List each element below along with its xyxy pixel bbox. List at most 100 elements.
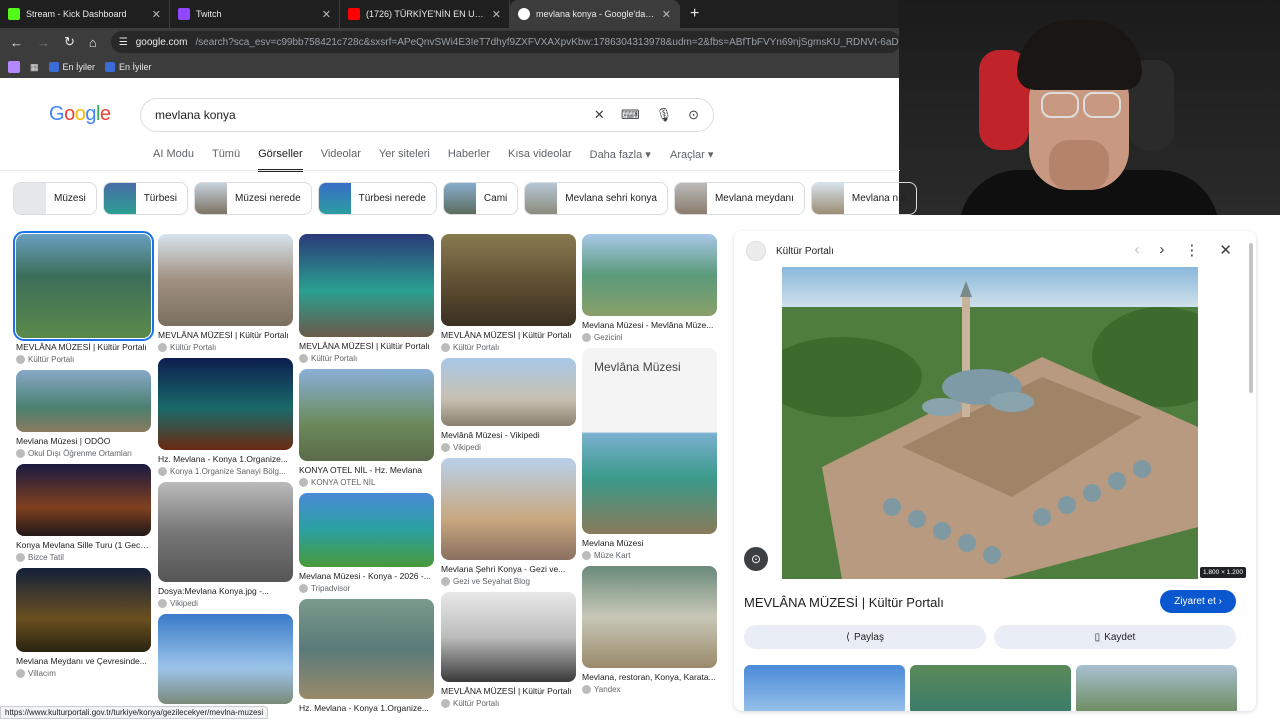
chip[interactable]: Müzesi nerede xyxy=(194,182,312,215)
lens-icon[interactable]: ⊙ xyxy=(688,107,699,123)
back-icon[interactable]: ← xyxy=(10,35,23,50)
result-thumbnail[interactable]: Mevlâna Müzesi xyxy=(582,348,717,534)
chip[interactable]: Cami xyxy=(442,182,519,215)
result-title[interactable]: MEVLÂNA MÜZESİ | Kültür Portalı xyxy=(441,330,576,340)
close-icon[interactable]: ✕ xyxy=(662,8,671,21)
result-title[interactable]: Mevlânâ Müzesi - Vikipedi xyxy=(441,430,576,440)
result-thumbnail[interactable] xyxy=(299,234,434,337)
related-image[interactable] xyxy=(1076,665,1237,711)
panel-title[interactable]: MEVLÂNA MÜZESİ | Kültür Portalı xyxy=(744,595,944,610)
result-thumbnail[interactable] xyxy=(158,614,293,704)
result-source[interactable]: Gezi ve Seyahat Blog xyxy=(441,577,576,586)
result-source[interactable]: Gezicini xyxy=(582,333,717,342)
image-result[interactable]: Mevlana Şehri Konya - Gezi ve... Gezi ve … xyxy=(441,458,576,586)
result-thumbnail[interactable] xyxy=(441,592,576,682)
home-icon[interactable]: ⌂ xyxy=(89,35,97,50)
result-thumbnail[interactable] xyxy=(441,458,576,560)
result-title[interactable]: MEVLÂNA MÜZESİ | Kültür Portalı xyxy=(299,341,434,351)
result-thumbnail[interactable] xyxy=(299,369,434,461)
image-result[interactable]: Mevlana Meydanı ve Çevresinde... Villacım xyxy=(16,568,151,678)
result-title[interactable]: MEVLÂNA MÜZESİ | Kültür Portalı xyxy=(158,330,293,340)
image-result[interactable]: MEVLÂNA MÜZESİ | Kültür Portalı Kültür Po… xyxy=(299,234,434,363)
result-thumbnail[interactable] xyxy=(16,568,151,652)
result-title[interactable]: Mevlana Müzesi | ODÖO xyxy=(16,436,151,446)
more-options-icon[interactable]: ⋮ xyxy=(1184,241,1199,259)
result-source[interactable]: Kültür Portalı xyxy=(16,355,151,364)
bookmark-item[interactable]: En İyiler xyxy=(105,62,152,72)
close-icon[interactable]: ✕ xyxy=(492,8,501,21)
close-icon[interactable]: ✕ xyxy=(152,8,161,21)
tab-videos[interactable]: Videolar xyxy=(321,148,361,172)
image-result[interactable]: MEVLÂNA MÜZESİ | Kültür Portalı Kültür Po… xyxy=(441,234,576,352)
result-thumbnail[interactable] xyxy=(16,370,151,432)
chip[interactable]: Mevlana nın xyxy=(810,182,918,215)
image-result[interactable]: MEVLÂNA MÜZESİ | Kültür Portalı Kültür Po… xyxy=(441,592,576,708)
result-source[interactable]: KONYA OTEL NİL xyxy=(299,478,434,487)
tab-places[interactable]: Yer siteleri xyxy=(379,148,430,172)
tab-kick[interactable]: Stream - Kick Dashboard ✕ xyxy=(0,0,170,28)
result-thumbnail[interactable] xyxy=(158,482,293,582)
result-source[interactable]: Okul Dışı Öğrenme Ortamları xyxy=(16,449,151,458)
search-input[interactable]: mevlana konya xyxy=(155,108,578,122)
panel-source[interactable]: Kültür Portalı xyxy=(746,241,834,261)
image-result[interactable]: Mevlana Müzesi - Konya - 2026 -... Tripad… xyxy=(299,493,434,593)
result-source[interactable]: Tripadvisor xyxy=(299,584,434,593)
tab-google[interactable]: mevlana konya - Google'da Ara ✕ xyxy=(510,0,680,28)
apps-icon[interactable]: ▦ xyxy=(30,62,39,73)
tab-twitch[interactable]: Twitch ✕ xyxy=(170,0,340,28)
image-result[interactable]: Hz. Mevlana - Konya 1.Organize... Konya 1… xyxy=(158,358,293,476)
related-image[interactable] xyxy=(744,665,905,711)
result-source[interactable]: Bizce Tatil xyxy=(16,553,151,562)
result-thumbnail[interactable] xyxy=(13,231,154,341)
forward-icon[interactable]: → xyxy=(37,35,50,50)
image-result[interactable]: Mevlânâ Müzesi - Vikipedi Vikipedi xyxy=(441,358,576,452)
result-thumbnail[interactable] xyxy=(299,493,434,567)
tab-all[interactable]: Tümü xyxy=(212,148,240,172)
close-icon[interactable]: ✕ xyxy=(322,8,331,21)
result-title[interactable]: Mevlana Meydanı ve Çevresinde... xyxy=(16,656,151,666)
share-button[interactable]: ⟨ Paylaş xyxy=(744,625,986,649)
image-result[interactable]: Mevlana, restoran, Konya, Karata... Yande… xyxy=(582,566,717,694)
tab-ai-mode[interactable]: AI Modu xyxy=(153,148,194,172)
result-title[interactable]: KONYA OTEL NİL - Hz. Mevlana xyxy=(299,465,434,475)
image-result[interactable]: MEVLÂNA MÜZESİ | Kültür Portalı Kültür Po… xyxy=(158,234,293,352)
tab-images[interactable]: Görseller xyxy=(258,148,303,172)
result-thumbnail[interactable] xyxy=(441,234,576,326)
new-tab-button[interactable]: + xyxy=(680,5,699,23)
result-thumbnail[interactable] xyxy=(158,234,293,326)
result-thumbnail[interactable] xyxy=(582,566,717,668)
chip[interactable]: Mevlana meydanı xyxy=(673,182,805,215)
close-icon[interactable]: ✕ xyxy=(1219,241,1232,259)
result-thumbnail[interactable] xyxy=(16,464,151,536)
image-result[interactable]: Mevlâna Müzesi Mevlana Müzesi Müze Kart xyxy=(582,348,717,560)
result-thumbnail[interactable] xyxy=(582,234,717,316)
result-source[interactable]: Kültür Portalı xyxy=(441,343,576,352)
result-title[interactable]: Mevlana Müzesi xyxy=(582,538,717,548)
tools-button[interactable]: Araçlar ▾ xyxy=(670,148,713,161)
chip[interactable]: Türbesi xyxy=(102,182,189,215)
visit-button[interactable]: Ziyaret et › xyxy=(1160,590,1236,613)
site-info-icon[interactable]: ☰ xyxy=(119,37,128,48)
bookmark-item[interactable]: En İyiler xyxy=(48,62,95,72)
microphone-icon[interactable]: 🎙 xyxy=(656,107,673,123)
image-result[interactable]: KONYA OTEL NİL - Hz. Mevlana KONYA OTEL N… xyxy=(299,369,434,487)
result-thumbnail[interactable] xyxy=(299,599,434,699)
image-result[interactable]: Mevlana Müzesi - Mevlâna Müze... Gezicini xyxy=(582,234,717,342)
keyboard-icon[interactable]: ⌨ xyxy=(621,107,640,123)
result-title[interactable]: Hz. Mevlana - Konya 1.Organize... xyxy=(158,454,293,464)
result-source[interactable]: Kültür Portalı xyxy=(158,343,293,352)
scrollbar[interactable] xyxy=(1249,243,1253,393)
previous-icon[interactable]: ‹ xyxy=(1134,241,1139,259)
next-icon[interactable]: › xyxy=(1159,241,1164,259)
image-result[interactable]: Mevlana Müzesi | ODÖO Okul Dışı Öğrenme O… xyxy=(16,370,151,458)
result-source[interactable]: Kültür Portalı xyxy=(441,699,576,708)
result-source[interactable]: Yandex xyxy=(582,685,717,694)
save-button[interactable]: ▯ Kaydet xyxy=(994,625,1236,649)
chip[interactable]: Mevlana sehri konya xyxy=(524,182,668,215)
result-title[interactable]: Dosya:Mevlana Konya.jpg -... xyxy=(158,586,293,596)
image-result[interactable] xyxy=(158,614,293,704)
result-source[interactable]: Konya 1.Organize Sanayi Bölg... xyxy=(158,467,293,476)
image-result[interactable]: MEVLÂNA MÜZESİ | Kültür Portalı Kültür Po… xyxy=(13,231,154,364)
result-title[interactable]: Mevlana Müzesi - Mevlâna Müze... xyxy=(582,320,717,330)
result-source[interactable]: Villacım xyxy=(16,669,151,678)
